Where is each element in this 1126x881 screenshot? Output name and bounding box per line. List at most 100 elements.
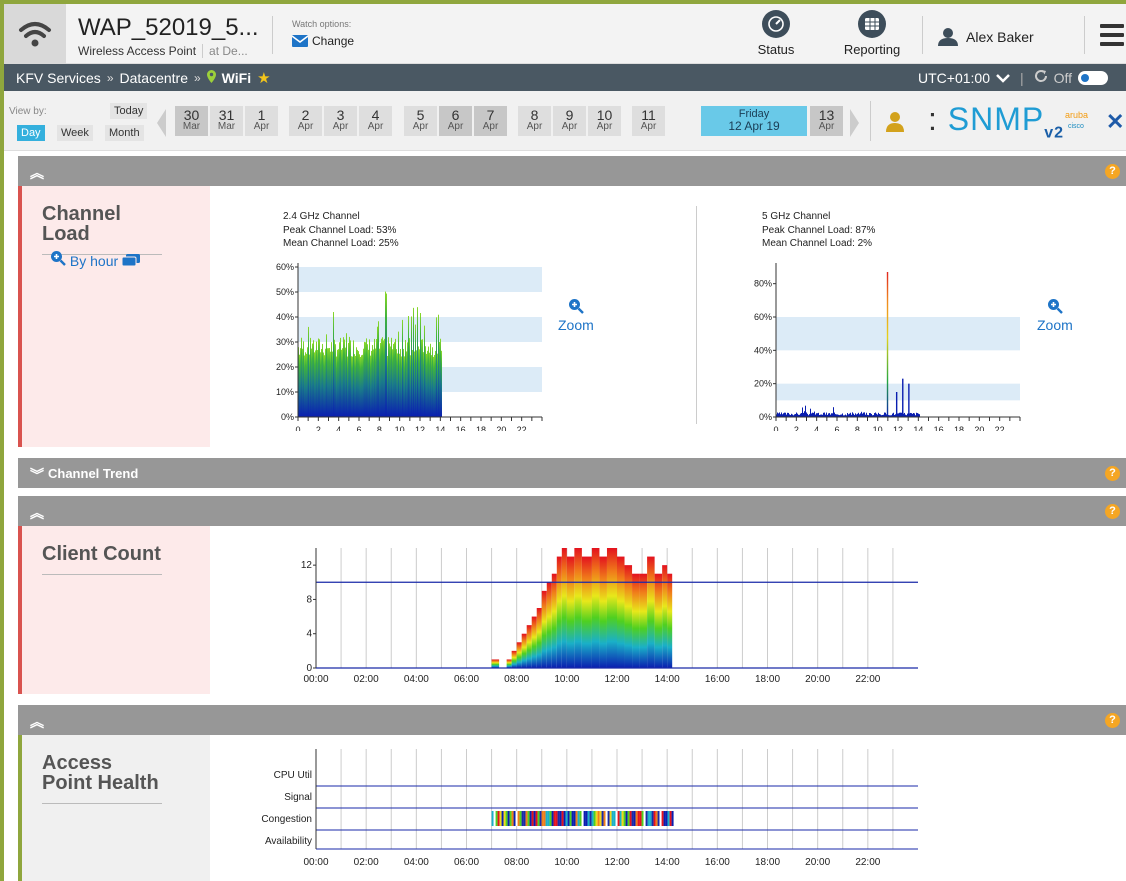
close-icon[interactable]: ✕ xyxy=(1106,109,1124,135)
help-icon[interactable]: ? xyxy=(1105,466,1120,481)
timezone-selector[interactable]: UTC+01:00 xyxy=(918,70,990,86)
x-tick-label: 22:00 xyxy=(855,674,880,685)
congestion-cell xyxy=(635,811,638,826)
breadcrumb-item-datacentre[interactable]: Datacentre xyxy=(120,70,188,86)
help-icon[interactable]: ? xyxy=(1105,504,1120,519)
data-bar xyxy=(784,412,785,417)
data-bar xyxy=(309,354,310,417)
status-label: Status xyxy=(757,42,795,57)
day-10-apr[interactable]: 10 Apr xyxy=(588,106,621,136)
view-week-button[interactable]: Week xyxy=(57,125,93,141)
status-button[interactable]: Status xyxy=(736,10,816,62)
congestion-cell xyxy=(527,811,530,826)
device-location[interactable]: at De... xyxy=(202,44,248,58)
day-6-apr[interactable]: 6 Apr xyxy=(439,106,472,136)
section-header[interactable]: ︽ ? xyxy=(18,705,1126,735)
x-tick-label: 4 xyxy=(814,425,819,431)
data-bar xyxy=(415,324,416,417)
x-tick-label: 06:00 xyxy=(454,674,479,685)
auto-refresh-toggle[interactable] xyxy=(1078,70,1109,85)
collapse-icon[interactable]: ︽ xyxy=(30,163,44,183)
divider xyxy=(272,16,273,54)
day-4-apr[interactable]: 4 Apr xyxy=(359,106,392,136)
data-bar xyxy=(408,316,409,417)
y-tick-label: 60% xyxy=(276,262,294,272)
user-menu[interactable]: Alex Baker xyxy=(938,28,1034,46)
congestion-cell xyxy=(651,811,654,826)
section-header[interactable]: ︽ ? xyxy=(18,156,1126,186)
selected-day[interactable]: Friday 12 Apr 19 xyxy=(701,106,807,136)
hamburger-menu-icon[interactable] xyxy=(1100,24,1124,46)
day-number: 30 xyxy=(183,107,200,123)
day-number: 8 xyxy=(530,107,539,123)
help-icon[interactable]: ? xyxy=(1105,164,1120,179)
data-bar xyxy=(832,413,833,417)
data-bar xyxy=(422,339,423,417)
congestion-cell xyxy=(539,811,542,826)
breadcrumb-item-kfv-services[interactable]: KFV Services xyxy=(16,70,101,86)
data-bar xyxy=(339,342,340,417)
day-5-apr[interactable]: 5 Apr xyxy=(404,106,437,136)
congestion-cell xyxy=(573,811,576,826)
view-month-button[interactable]: Month xyxy=(105,125,144,141)
day-next[interactable]: 13 Apr xyxy=(810,106,843,136)
x-tick-label: 20 xyxy=(496,425,506,431)
x-tick-label: 10 xyxy=(873,425,883,431)
expand-icon[interactable]: ︾ xyxy=(30,465,44,485)
day-1-apr[interactable]: 1 Apr xyxy=(245,106,278,136)
data-bar xyxy=(327,348,328,417)
data-bar xyxy=(861,411,862,417)
day-30-mar[interactable]: 30 Mar xyxy=(175,106,208,136)
breadcrumb-item-wifi[interactable]: WiFi xyxy=(222,70,251,86)
x-tick-label: 14:00 xyxy=(655,674,680,685)
watch-change-button[interactable]: Change xyxy=(292,34,354,48)
congestion-cell xyxy=(585,811,588,826)
day-9-apr[interactable]: 9 Apr xyxy=(553,106,586,136)
section-header[interactable]: ︽ ? xyxy=(18,496,1126,526)
x-tick-label: 12:00 xyxy=(604,674,629,685)
today-button[interactable]: Today xyxy=(110,103,148,119)
reporting-button[interactable]: Reporting xyxy=(832,10,912,62)
section-header[interactable]: ︾ Channel Trend ? xyxy=(18,458,1126,488)
divider xyxy=(922,16,923,54)
zoom-in-icon xyxy=(1047,299,1063,314)
day-31-mar[interactable]: 31 Mar xyxy=(210,106,243,136)
zoom-5g-button[interactable]: Zoom xyxy=(1037,298,1073,333)
collapse-icon[interactable]: ︽ xyxy=(30,503,44,523)
favorite-star-icon[interactable]: ★ xyxy=(257,69,270,87)
section-title: Access Point Health xyxy=(42,753,162,804)
previous-arrow-icon[interactable] xyxy=(157,109,166,137)
data-bar xyxy=(777,412,778,417)
data-bar xyxy=(828,413,829,417)
help-icon[interactable]: ? xyxy=(1105,713,1120,728)
congestion-cell xyxy=(535,811,538,826)
data-bar xyxy=(893,412,894,417)
data-bar xyxy=(334,339,335,417)
zoom-2g-button[interactable]: Zoom xyxy=(558,298,594,333)
data-bar xyxy=(667,573,673,668)
day-11-apr[interactable]: 11 Apr xyxy=(632,106,665,136)
data-bar xyxy=(862,413,863,417)
view-day-button[interactable]: Day xyxy=(17,125,45,141)
data-bar xyxy=(313,340,314,417)
x-tick-label: 12 xyxy=(415,425,425,431)
collapse-icon[interactable]: ︽ xyxy=(30,712,44,732)
next-arrow-icon[interactable] xyxy=(850,109,859,137)
data-bar xyxy=(866,412,867,417)
refresh-icon[interactable] xyxy=(1034,69,1048,86)
day-8-apr[interactable]: 8 Apr xyxy=(518,106,551,136)
aruba-logo: aruba xyxy=(1065,110,1089,120)
day-3-apr[interactable]: 3 Apr xyxy=(324,106,357,136)
day-7-apr[interactable]: 7 Apr xyxy=(474,106,507,136)
congestion-cell xyxy=(533,811,536,826)
chevron-down-icon[interactable] xyxy=(996,70,1010,86)
day-2-apr[interactable]: 2 Apr xyxy=(289,106,322,136)
congestion-cell xyxy=(655,811,658,826)
data-bar xyxy=(885,412,886,417)
congestion-cell xyxy=(601,811,604,826)
data-bar xyxy=(395,338,396,417)
data-bar xyxy=(385,291,386,417)
x-tick-label: 02:00 xyxy=(354,857,379,868)
by-hour-button[interactable]: By hour xyxy=(50,250,141,269)
data-bar xyxy=(599,556,607,668)
